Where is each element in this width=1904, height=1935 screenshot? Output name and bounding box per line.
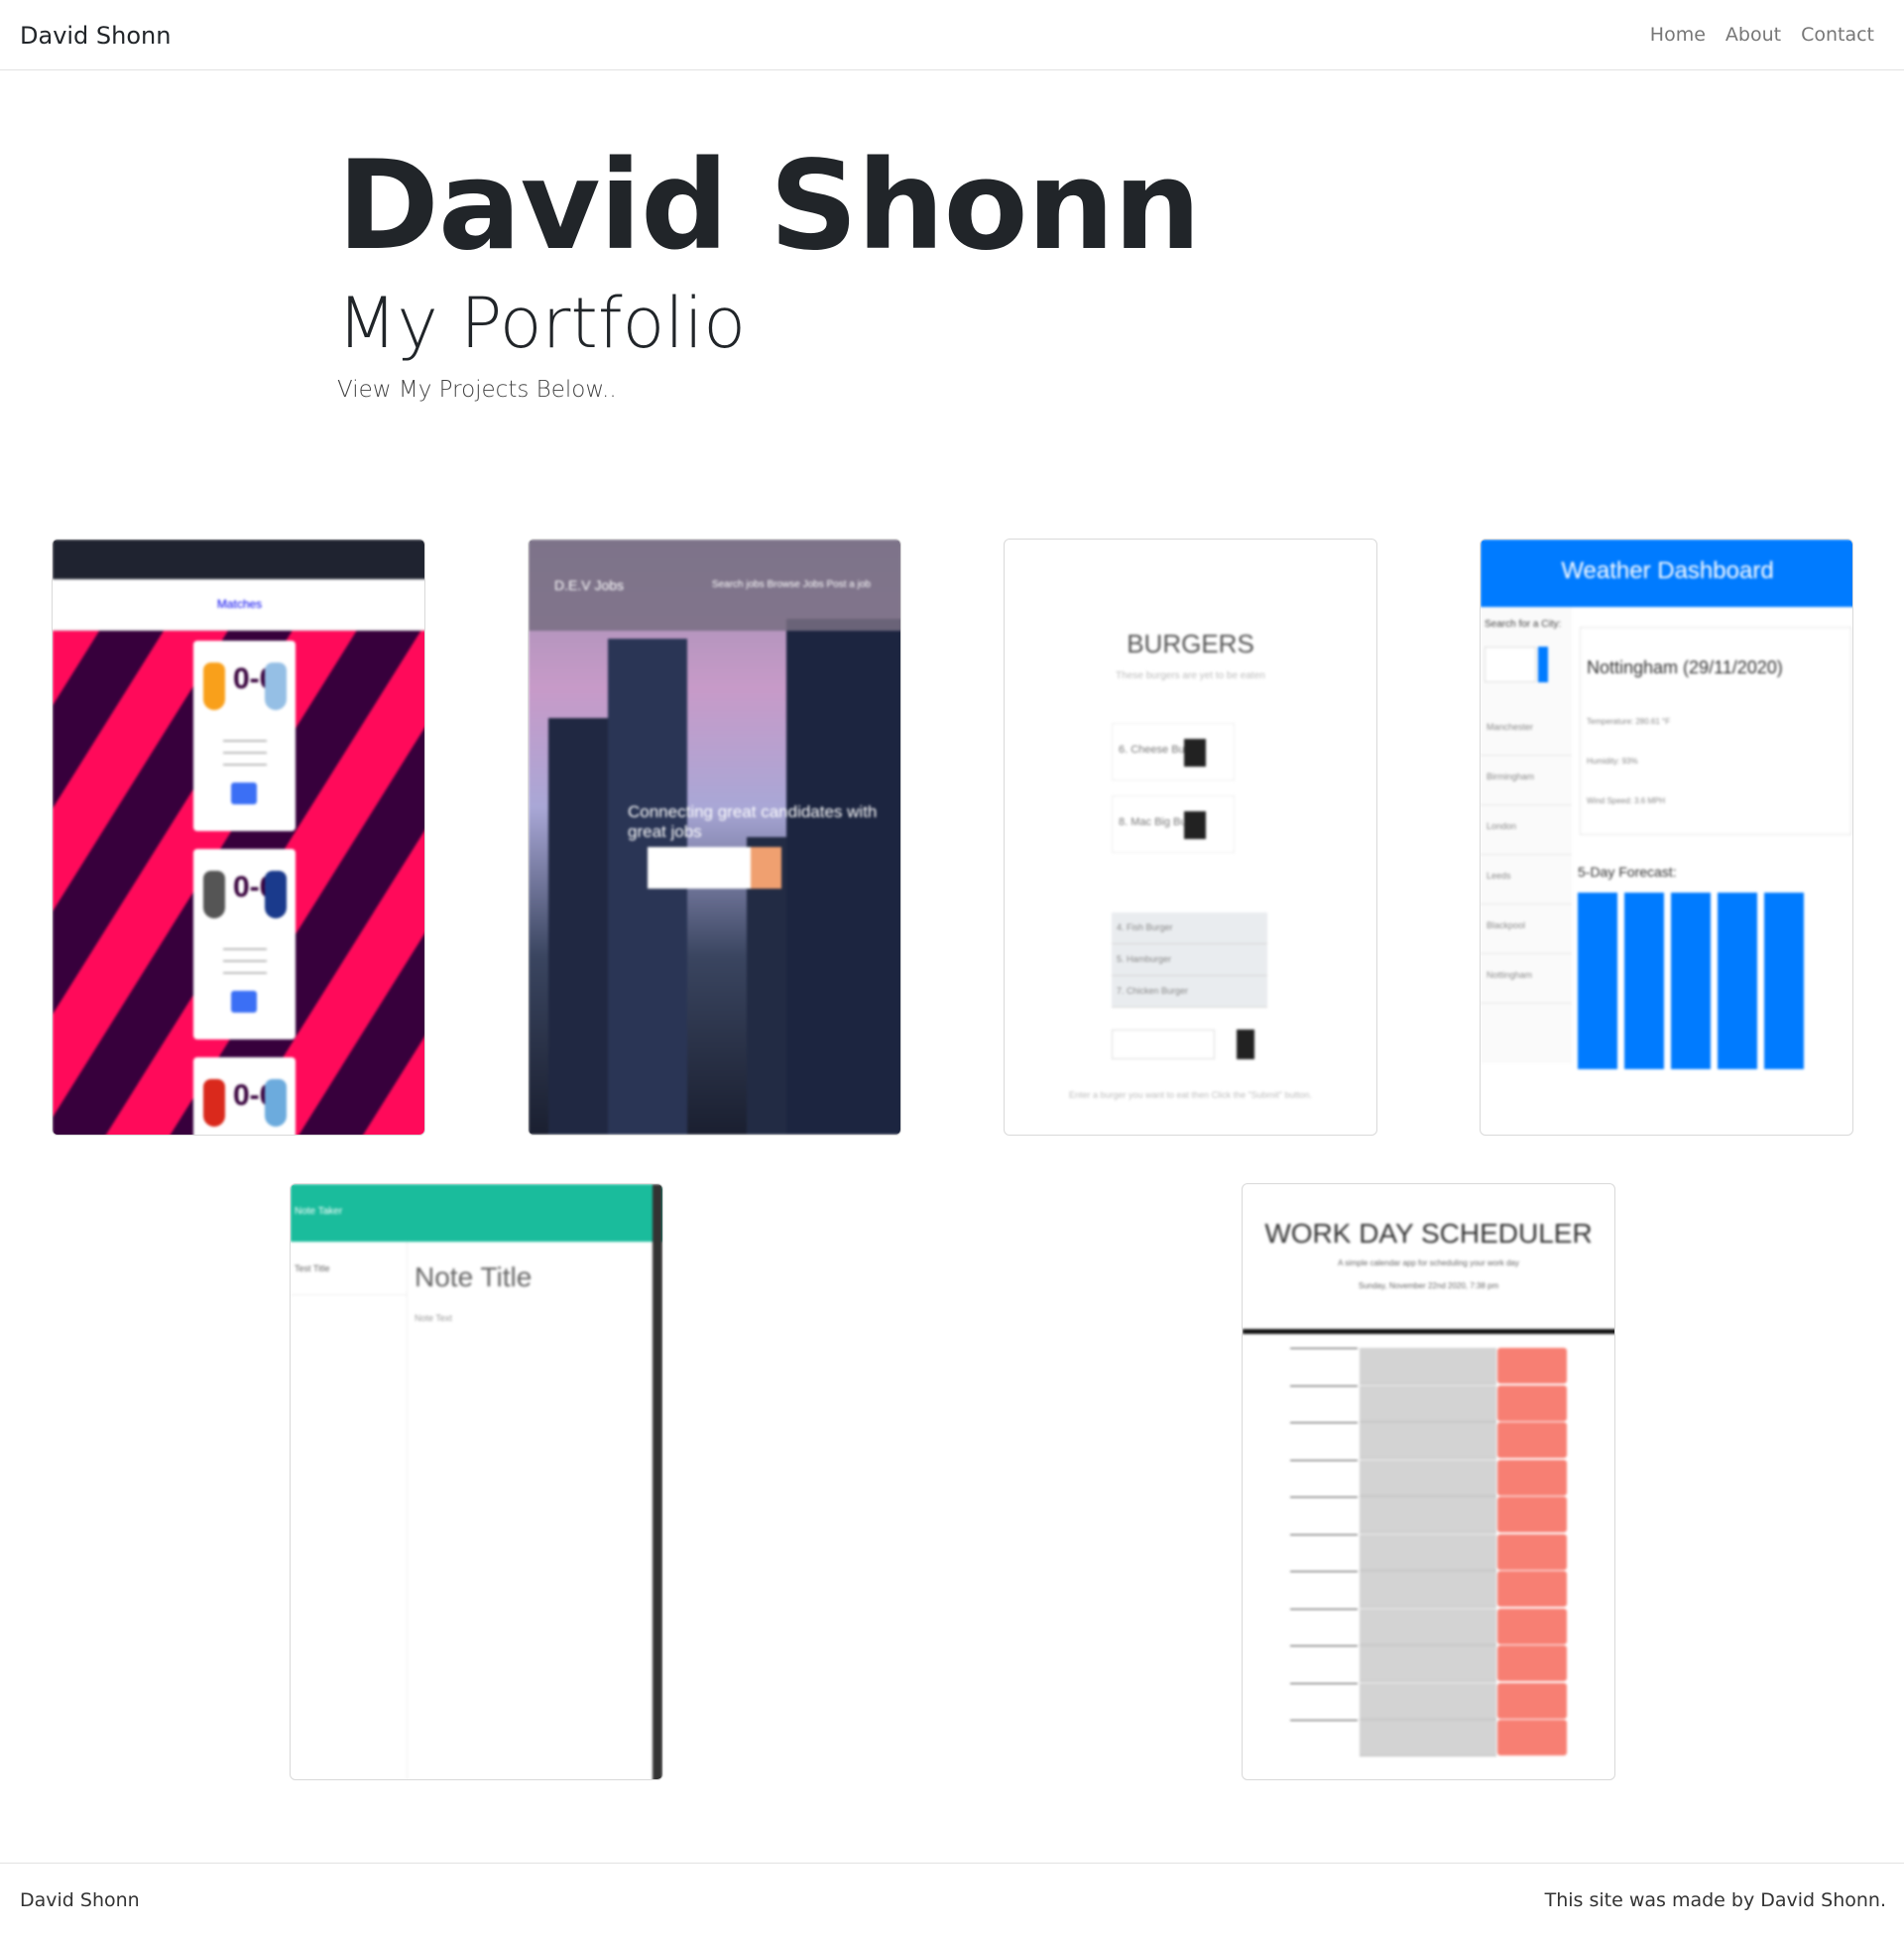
save-button <box>1497 1571 1567 1607</box>
hour-line <box>1290 1571 1358 1572</box>
navbar: David Shonn Home About Contact <box>0 0 1904 70</box>
time-slot <box>1360 1459 1496 1497</box>
brand-link[interactable]: David Shonn <box>20 22 171 50</box>
hour-line <box>1290 1645 1358 1646</box>
project-card-work-day-scheduler[interactable]: WORK DAY SCHEDULER A simple calendar app… <box>1242 1183 1615 1780</box>
project-card-burgers[interactable]: BURGERS These burgers are yet to be eate… <box>1004 539 1377 1136</box>
burgers-subtitle: These burgers are yet to be eaten <box>1116 670 1265 681</box>
hero-subtitle: My Portfolio <box>337 283 747 364</box>
time-slot <box>1360 1385 1496 1422</box>
time-slot <box>1360 1720 1496 1756</box>
save-button <box>1497 1459 1567 1496</box>
project-card-note-taker[interactable]: Note Taker Test Title Note Title Note Te… <box>290 1183 663 1780</box>
nav-home-link[interactable]: Home <box>1650 24 1706 46</box>
burgers-footer: Enter a burger you want to eat then Clic… <box>1068 1090 1313 1100</box>
hour-line <box>1290 1385 1358 1387</box>
nav-links: Home About Contact <box>1650 24 1874 46</box>
hour-line <box>1290 1422 1358 1423</box>
project-card-football-matches[interactable]: Matches 0-0 0-0 0-0 <box>52 539 425 1136</box>
hour-line <box>1290 1497 1358 1498</box>
hour-line <box>1290 1720 1358 1721</box>
save-button <box>1497 1348 1567 1384</box>
hour-line <box>1290 1348 1358 1349</box>
time-slot <box>1360 1348 1496 1385</box>
matches-heading: Matches <box>216 597 263 611</box>
save-button <box>1497 1608 1567 1644</box>
project-card-weather-dashboard[interactable]: Weather Dashboard Search for a City: Man… <box>1480 539 1853 1136</box>
nav-about-link[interactable]: About <box>1726 24 1781 46</box>
time-slot <box>1360 1608 1496 1645</box>
hour-line <box>1290 1459 1358 1461</box>
save-button <box>1497 1720 1567 1755</box>
time-slot <box>1360 1645 1496 1682</box>
project-screenshot: Note Taker Test Title Note Title Note Te… <box>291 1184 662 1779</box>
save-button <box>1497 1497 1567 1532</box>
save-button <box>1497 1422 1567 1458</box>
time-slot <box>1360 1533 1496 1571</box>
hero-title: David Shonn <box>337 135 1201 278</box>
project-screenshot: BURGERS These burgers are yet to be eate… <box>1005 540 1376 1135</box>
save-button <box>1497 1533 1567 1570</box>
save-button <box>1497 1645 1567 1681</box>
project-card-dev-jobs[interactable]: D.E.V Jobs Search jobs Browse Jobs Post … <box>528 539 901 1136</box>
project-screenshot: D.E.V Jobs Search jobs Browse Jobs Post … <box>529 540 900 1135</box>
project-screenshot: WORK DAY SCHEDULER A simple calendar app… <box>1243 1184 1614 1779</box>
save-button <box>1497 1682 1567 1719</box>
dev-jobs-headline: Connecting great candidates with great j… <box>628 802 878 841</box>
footer-name: David Shonn <box>20 1889 140 1911</box>
hour-line <box>1290 1533 1358 1535</box>
hero-lead: View My Projects Below.. <box>337 377 617 403</box>
footer: David Shonn This site was made by David … <box>0 1863 1904 1935</box>
dev-jobs-logo: D.E.V Jobs <box>554 577 625 593</box>
weather-header: Weather Dashboard <box>1481 540 1852 607</box>
save-button <box>1497 1385 1567 1421</box>
time-slot <box>1360 1422 1496 1459</box>
time-slot <box>1360 1682 1496 1720</box>
burgers-title: BURGERS <box>1127 629 1254 659</box>
time-slot <box>1360 1571 1496 1608</box>
project-screenshot: Matches 0-0 0-0 0-0 <box>53 540 424 1135</box>
dev-jobs-links: Search jobs Browse Jobs Post a job <box>711 579 871 590</box>
hour-line <box>1290 1682 1358 1684</box>
nav-contact-link[interactable]: Contact <box>1801 24 1874 46</box>
time-slot <box>1360 1497 1496 1533</box>
hour-line <box>1290 1608 1358 1610</box>
project-screenshot: Weather Dashboard Search for a City: Man… <box>1481 540 1852 1135</box>
footer-credit: This site was made by David Shonn. <box>1544 1889 1886 1911</box>
